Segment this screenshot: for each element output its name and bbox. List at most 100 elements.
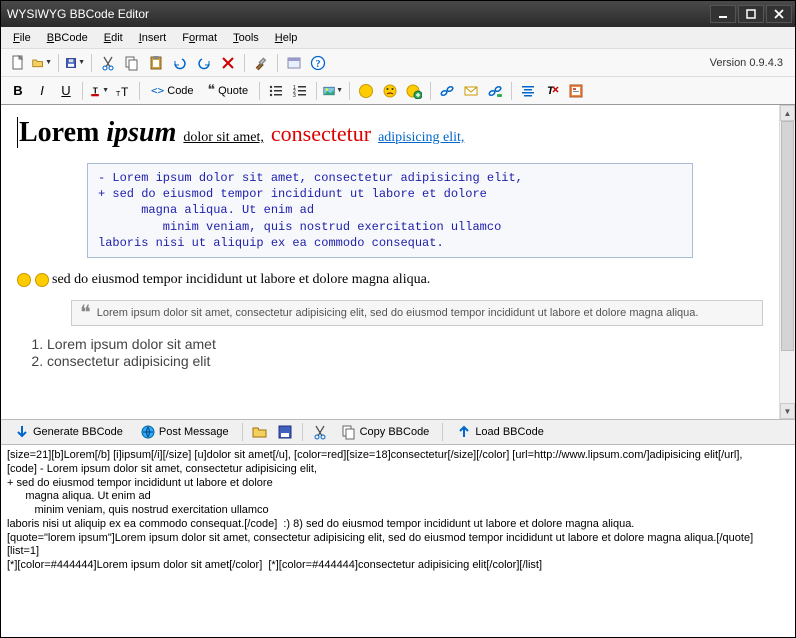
open-button[interactable]: ▼: [31, 52, 53, 74]
text-ipsum: ipsum: [106, 117, 176, 148]
output-textarea[interactable]: [size=21][b]Lorem[/b] [i]ipsum[/i][/size…: [1, 445, 795, 637]
chevron-down-icon: ▼: [102, 87, 109, 94]
copy-bbcode-button[interactable]: Copy BBCode: [334, 421, 437, 443]
cut-button[interactable]: [97, 52, 119, 74]
menu-file[interactable]: File: [5, 30, 39, 46]
undo-button[interactable]: [169, 52, 191, 74]
emoji-smile-button[interactable]: [355, 80, 377, 102]
load-bbcode-button[interactable]: Load BBCode: [449, 421, 551, 443]
link-button[interactable]: [436, 80, 458, 102]
separator: [349, 82, 350, 100]
anchor-button[interactable]: [484, 80, 506, 102]
link-adipisicing[interactable]: adipisicing elit,: [378, 130, 464, 145]
font-color-button[interactable]: T▼: [88, 80, 110, 102]
generate-button[interactable]: Generate BBCode: [7, 421, 130, 443]
separator: [277, 54, 278, 72]
chevron-down-icon: ▼: [336, 87, 343, 94]
menu-tools[interactable]: Tools: [225, 30, 267, 46]
window-title: WYSIWYG BBCode Editor: [7, 7, 709, 21]
code-block: - Lorem ipsum dolor sit amet, consectetu…: [87, 163, 693, 258]
separator: [58, 54, 59, 72]
toolbar-format: B I U T▼ TT <>Code ❝Quote 123 ▼ T: [1, 77, 795, 105]
cool-icon: [35, 273, 49, 287]
smile-icon: [359, 84, 373, 98]
spellcheck-button[interactable]: [565, 80, 587, 102]
code-button[interactable]: <>Code: [145, 80, 200, 102]
separator: [82, 82, 83, 100]
separator: [316, 82, 317, 100]
separator: [430, 82, 431, 100]
redo-button[interactable]: [193, 52, 215, 74]
toolbar-main: ▼ ▼ ? Version 0.9.4.3: [1, 49, 795, 77]
menu-format[interactable]: Format: [174, 30, 225, 46]
separator: [511, 82, 512, 100]
separator: [302, 423, 303, 441]
separator: [244, 54, 245, 72]
ordered-list: Lorem ipsum dolor sit amet consectetur a…: [47, 336, 763, 369]
quote-text: Lorem ipsum dolor sit amet, consectetur …: [97, 307, 699, 319]
list-item: Lorem ipsum dolor sit amet: [47, 336, 763, 352]
version-label: Version 0.9.4.3: [710, 57, 789, 69]
scrollbar[interactable]: ▲ ▼: [779, 105, 795, 419]
unordered-list-button[interactable]: [265, 80, 287, 102]
bottom-save-button[interactable]: [274, 421, 296, 443]
maximize-button[interactable]: [738, 5, 764, 23]
copy-button[interactable]: [121, 52, 143, 74]
app-window: WYSIWYG BBCode Editor File BBCode Edit I…: [0, 0, 796, 638]
image-button[interactable]: ▼: [322, 80, 344, 102]
menu-bbcode[interactable]: BBCode: [39, 30, 96, 46]
bottom-cut-button[interactable]: [309, 421, 331, 443]
scroll-down-button[interactable]: ▼: [780, 403, 795, 419]
emoji-confused-button[interactable]: [379, 80, 401, 102]
quote-button[interactable]: ❝Quote: [202, 80, 255, 102]
quote-icon: ❝: [80, 307, 91, 319]
bold-button[interactable]: B: [7, 80, 29, 102]
email-button[interactable]: [460, 80, 482, 102]
text-consectetur: consectetur: [271, 121, 371, 146]
menu-edit[interactable]: Edit: [96, 30, 131, 46]
list-item: consectetur adipisicing elit: [47, 353, 763, 369]
heading-line: Lorem ipsum dolor sit amet, consectetur …: [17, 117, 763, 149]
emoji-line: sed do eiusmod tempor incididunt ut labo…: [17, 272, 763, 288]
bottom-toolbar: Generate BBCode Post Message Copy BBCode…: [1, 419, 795, 445]
text-lorem: Lorem: [19, 117, 99, 148]
clear-format-button[interactable]: T: [541, 80, 563, 102]
titlebar: WYSIWYG BBCode Editor: [1, 1, 795, 27]
emoji-plus-button[interactable]: [403, 80, 425, 102]
editor-area: Lorem ipsum dolor sit amet, consectetur …: [1, 105, 795, 419]
close-button[interactable]: [766, 5, 792, 23]
editor-content[interactable]: Lorem ipsum dolor sit amet, consectetur …: [1, 105, 779, 419]
svg-text:3: 3: [293, 93, 296, 99]
options-button[interactable]: [250, 52, 272, 74]
smile-icon: [17, 273, 31, 287]
delete-button[interactable]: [217, 52, 239, 74]
svg-text:?: ?: [316, 59, 321, 70]
separator: [259, 82, 260, 100]
font-size-button[interactable]: TT: [112, 80, 134, 102]
menu-insert[interactable]: Insert: [131, 30, 175, 46]
paste-button[interactable]: [145, 52, 167, 74]
bottom-open-button[interactable]: [249, 421, 271, 443]
preview-button[interactable]: [283, 52, 305, 74]
chevron-down-icon: ▼: [78, 59, 85, 66]
separator: [91, 54, 92, 72]
svg-text:T: T: [121, 85, 129, 99]
separator: [442, 423, 443, 441]
menu-help[interactable]: Help: [267, 30, 306, 46]
separator: [139, 82, 140, 100]
ordered-list-button[interactable]: 123: [289, 80, 311, 102]
help-button[interactable]: ?: [307, 52, 329, 74]
save-button[interactable]: ▼: [64, 52, 86, 74]
scrollbar-thumb[interactable]: [781, 121, 794, 351]
post-button[interactable]: Post Message: [133, 421, 236, 443]
svg-text:T: T: [93, 85, 98, 95]
menubar: File BBCode Edit Insert Format Tools Hel…: [1, 27, 795, 49]
minimize-button[interactable]: [710, 5, 736, 23]
align-button[interactable]: [517, 80, 539, 102]
underline-button[interactable]: U: [55, 80, 77, 102]
scroll-up-button[interactable]: ▲: [780, 105, 795, 121]
italic-button[interactable]: I: [31, 80, 53, 102]
scrollbar-track[interactable]: [780, 121, 795, 403]
new-button[interactable]: [7, 52, 29, 74]
text-emoji: sed do eiusmod tempor incididunt ut labo…: [52, 272, 430, 287]
